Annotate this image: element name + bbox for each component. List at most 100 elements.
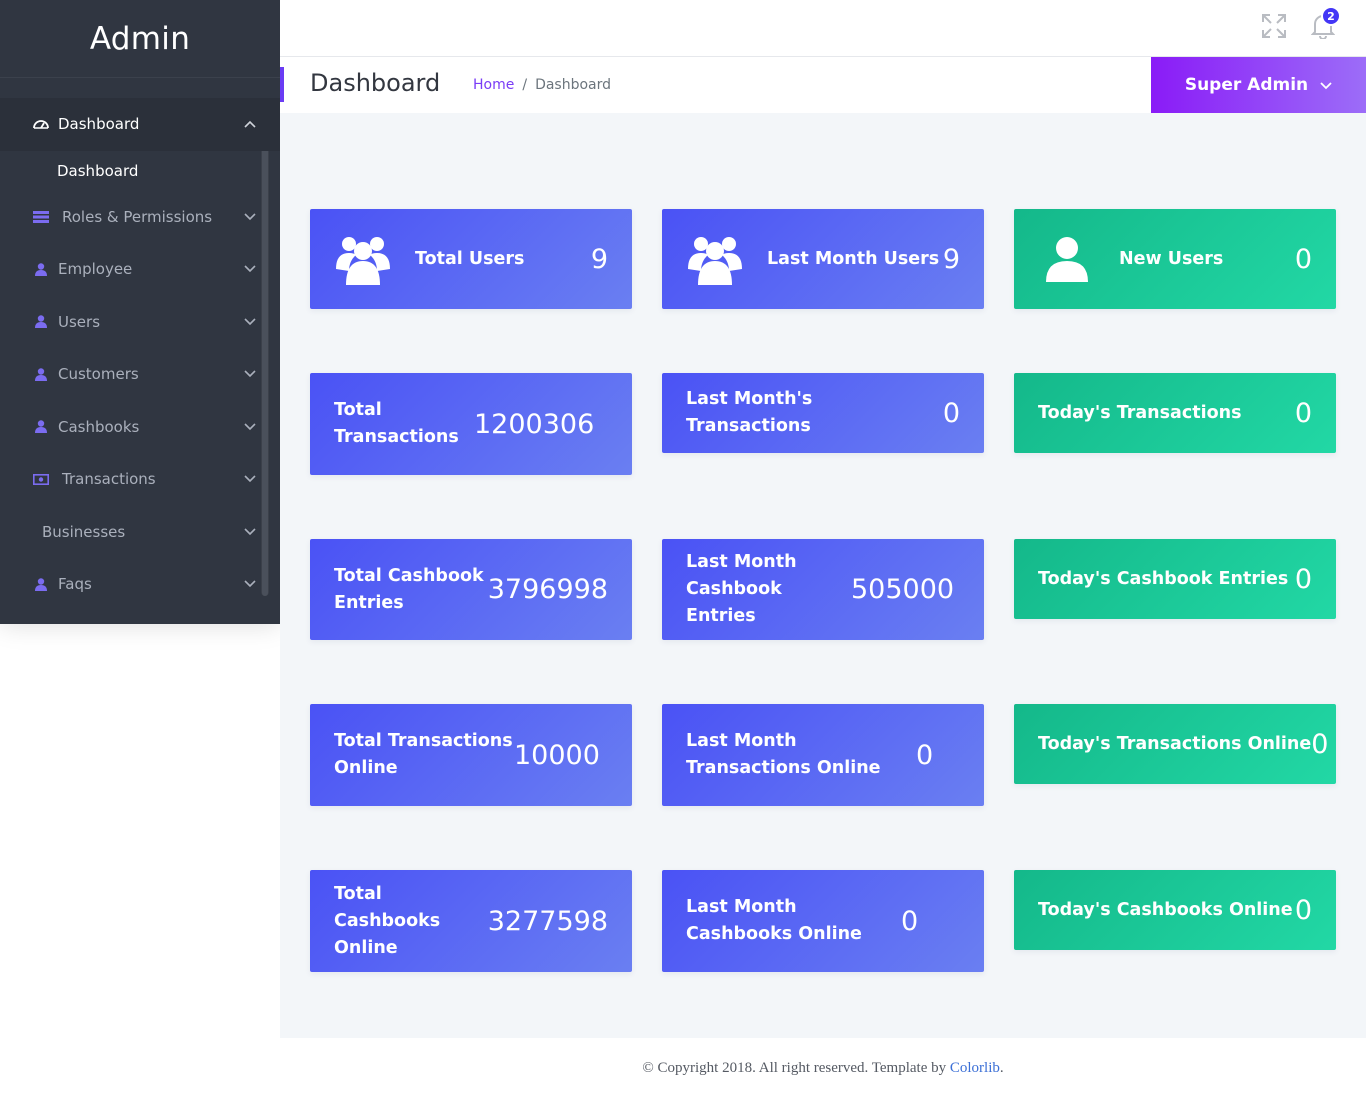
fullscreen-button[interactable] — [1258, 12, 1290, 44]
chevron-down-icon — [244, 421, 256, 433]
fullscreen-icon — [1261, 13, 1287, 43]
sidebar-item-dashboard[interactable]: Dashboard — [0, 98, 280, 151]
chevron-up-icon — [244, 118, 256, 130]
sidebar-menu: Dashboard Dashboard Roles & Permissions … — [0, 98, 280, 611]
stat-card-label: Today's Transactions Online — [1038, 733, 1312, 754]
breadcrumb-home-link[interactable]: Home — [473, 77, 514, 93]
sidebar-item-employee[interactable]: Employee — [0, 243, 280, 296]
dashboard-icon — [32, 115, 50, 133]
chevron-down-icon — [244, 473, 256, 485]
stat-card-label: Last Month Transactions Online — [686, 731, 881, 778]
users-group-icon — [686, 233, 744, 285]
stat-card-last-month-transactions[interactable]: Last Month's Transactions 0 — [662, 373, 984, 453]
page-title: Dashboard — [310, 69, 441, 97]
stat-card-value: 3277598 — [487, 905, 608, 937]
breadcrumb: Home / Dashboard — [473, 77, 611, 93]
sidebar-item-label: Cashbooks — [58, 417, 140, 436]
stat-card-label: Last Month's Transactions — [686, 389, 813, 436]
breadcrumb-current: Dashboard — [535, 77, 612, 93]
submenu-item-label: Dashboard — [57, 161, 139, 180]
stat-card-label: Today's Cashbooks Online — [1038, 899, 1293, 920]
sidebar-item-label: Employee — [58, 260, 133, 279]
sidebar-logo[interactable]: Admin — [0, 0, 280, 78]
stat-card-value: 10000 — [514, 739, 600, 771]
chevron-down-icon — [1320, 75, 1332, 95]
sidebar-item-label: Faqs — [58, 575, 92, 594]
user-menu-label: Super Admin — [1184, 75, 1309, 95]
user-icon — [32, 313, 50, 331]
stat-card-label: Today's Cashbook Entries — [1038, 568, 1289, 589]
sidebar-item-label: Businesses — [42, 522, 126, 541]
chevron-down-icon — [244, 263, 256, 275]
footer-colorlib-link[interactable]: Colorlib — [950, 1060, 1000, 1076]
stat-card-new-users[interactable]: New Users 0 — [1014, 209, 1336, 309]
users-group-icon — [334, 233, 392, 285]
sidebar-item-cashbooks[interactable]: Cashbooks — [0, 401, 280, 454]
stat-card-total-users[interactable]: Total Users 9 — [310, 209, 632, 309]
logo-text: Admin — [89, 20, 191, 57]
sidebar: Admin Dashboard Dashboard Roles & Permis… — [0, 0, 280, 624]
stat-card-value: 1200306 — [474, 408, 595, 440]
stat-card-value: 0 — [1294, 894, 1312, 926]
breadcrumb-separator: / — [522, 77, 528, 93]
main-content: Total Users 9 Last Month Users 9 New Use… — [280, 113, 1366, 1038]
footer: © Copyright 2018. All right reserved. Te… — [280, 1060, 1366, 1077]
chevron-down-icon — [244, 578, 256, 590]
sidebar-item-label: Dashboard — [58, 115, 140, 134]
chevron-down-icon — [244, 316, 256, 328]
stat-card-todays-transactions[interactable]: Today's Transactions 0 — [1014, 373, 1336, 453]
footer-period: . — [999, 1060, 1004, 1076]
money-icon — [32, 470, 50, 488]
chevron-down-icon — [244, 526, 256, 538]
top-header: 2 — [280, 0, 1366, 57]
stat-card-last-month-users[interactable]: Last Month Users 9 — [662, 209, 984, 309]
footer-copyright-text: © Copyright 2018. All right reserved. Te… — [642, 1060, 950, 1076]
stat-card-value: 0 — [901, 905, 919, 937]
stat-card-todays-cashbook-entries[interactable]: Today's Cashbook Entries 0 — [1014, 539, 1336, 619]
notifications-button[interactable]: 2 — [1307, 6, 1341, 44]
user-icon — [1038, 233, 1096, 285]
stat-card-label: Last Month Users — [767, 248, 940, 269]
sidebar-item-roles-permissions[interactable]: Roles & Permissions — [0, 191, 280, 244]
sidebar-item-faqs[interactable]: Faqs — [0, 558, 280, 611]
sidebar-item-users[interactable]: Users — [0, 296, 280, 349]
sidebar-item-transactions[interactable]: Transactions — [0, 453, 280, 506]
stat-card-value: 0 — [1294, 397, 1312, 429]
stat-card-value: 9 — [590, 243, 608, 275]
sidebar-item-label: Users — [58, 312, 101, 331]
user-icon — [32, 260, 50, 278]
stat-card-label: Total Transactions Online — [334, 731, 513, 778]
stat-card-value: 0 — [1311, 728, 1329, 760]
stat-card-last-month-cashbooks-online[interactable]: Last Month Cashbooks Online 0 — [662, 870, 984, 972]
stat-card-value: 0 — [916, 739, 934, 771]
stat-card-value: 3796998 — [487, 574, 608, 605]
sidebar-item-businesses[interactable]: Businesses — [0, 506, 280, 559]
stat-card-total-transactions[interactable]: Total Transactions 1200306 — [310, 373, 632, 475]
stat-card-label: New Users — [1119, 248, 1224, 269]
user-icon — [32, 365, 50, 383]
stat-card-todays-cashbooks-online[interactable]: Today's Cashbooks Online 0 — [1014, 870, 1336, 950]
notification-badge: 2 — [1321, 6, 1341, 26]
stat-card-value: 0 — [1294, 563, 1312, 595]
stat-card-label: Today's Transactions — [1038, 402, 1242, 423]
stat-card-total-cashbook-entries[interactable]: Total Cashbook Entries 3796998 — [310, 539, 632, 640]
user-icon — [32, 575, 50, 593]
table-icon — [32, 208, 50, 226]
stat-card-todays-transactions-online[interactable]: Today's Transactions Online 0 — [1014, 704, 1336, 784]
stat-card-value: 505000 — [851, 574, 955, 605]
stat-card-total-transactions-online[interactable]: Total Transactions Online 10000 — [310, 704, 632, 806]
sidebar-item-customers[interactable]: Customers — [0, 348, 280, 401]
stat-card-value: 9 — [942, 243, 960, 275]
stat-card-last-month-transactions-online[interactable]: Last Month Transactions Online 0 — [662, 704, 984, 806]
page-title-bar: Dashboard Home / Dashboard Super Admin — [280, 57, 1366, 113]
sidebar-item-label: Customers — [58, 365, 139, 384]
stat-card-label: Total Users — [415, 248, 525, 269]
user-menu-button[interactable]: Super Admin — [1151, 57, 1366, 113]
chevron-down-icon — [244, 368, 256, 380]
sidebar-item-label: Roles & Permissions — [62, 207, 213, 226]
submenu-item-dashboard[interactable]: Dashboard — [0, 151, 280, 191]
stat-card-total-cashbooks-online[interactable]: Total Cashbooks Online 3277598 — [310, 870, 632, 972]
stat-card-last-month-cashbook-entries[interactable]: Last Month Cashbook Entries 505000 — [662, 539, 984, 640]
sidebar-item-label: Transactions — [62, 470, 156, 489]
stat-card-label: Last Month Cashbook Entries — [686, 552, 797, 626]
